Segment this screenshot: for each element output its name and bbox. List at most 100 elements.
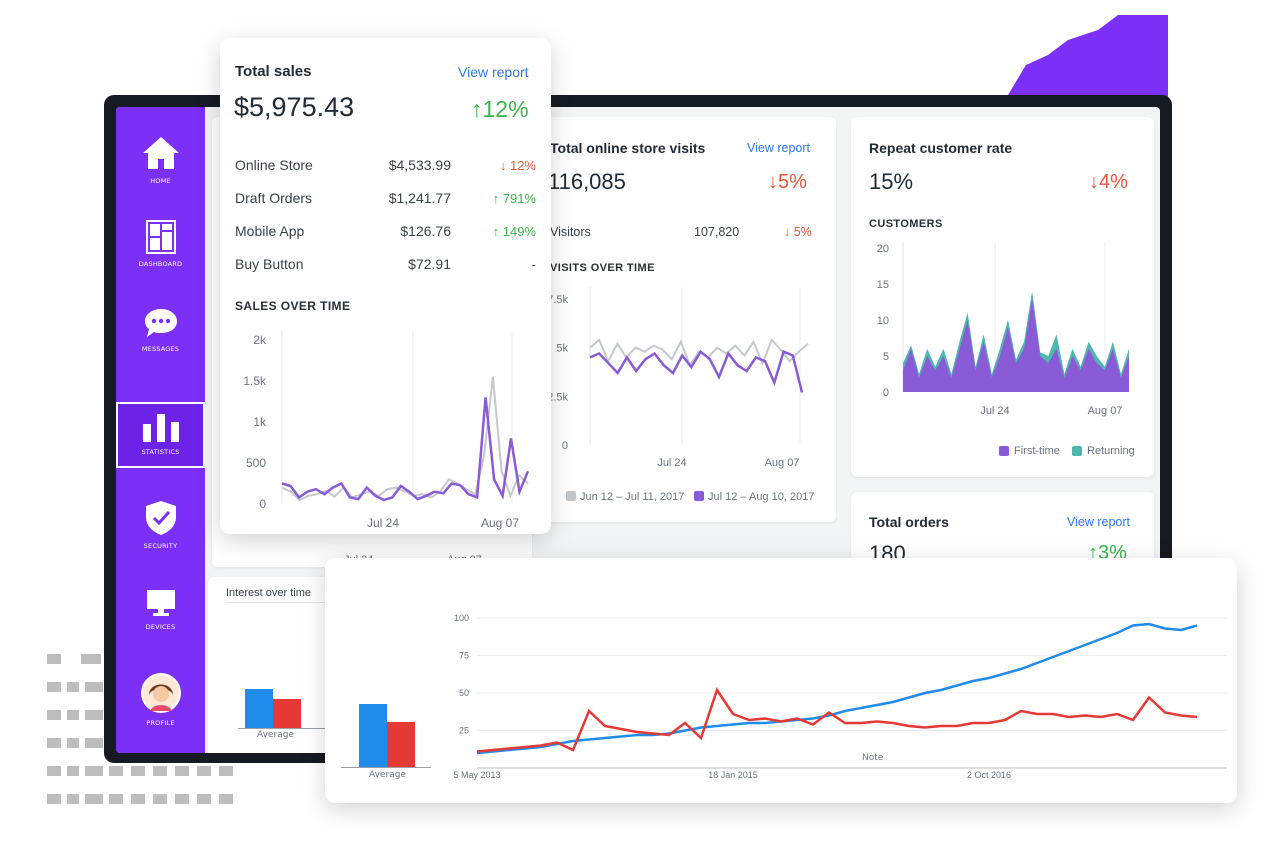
legend-swatch (694, 491, 704, 501)
visits-chart-heading: VISITS OVER TIME (550, 262, 655, 274)
sales-view-report-link[interactable]: View report (458, 64, 529, 80)
y-tick-label: 0 (259, 497, 266, 511)
x-tick-label: Jul 24 (980, 405, 1009, 417)
customers-area-chart: 20 15 10 5 0 Jul 24 Aug 07 (877, 242, 1129, 417)
home-icon (142, 137, 179, 169)
interest-over-time-card: Average 100 75 50 25 5 May 2013 18 Jan 2015 2 … (325, 558, 1237, 803)
sales-row-change: ↑ 791% (492, 191, 536, 206)
x-tick-label: Jul 24 (367, 516, 399, 530)
sales-value: $5,975.43 (234, 92, 355, 122)
bar-label: Average (257, 730, 294, 740)
sidebar: HOME DASHBOARD MESSAGES STATISTICS SECUR… (116, 107, 205, 753)
series-line-current (589, 349, 804, 393)
sales-row-label: Draft Orders (235, 190, 313, 206)
sidebar-item-devices[interactable]: DEVICES (116, 577, 205, 643)
x-tick-label: 2 Oct 2016 (967, 770, 1011, 780)
x-tick-label: 18 Jan 2015 (708, 770, 758, 780)
sidebar-item-label: HOME (150, 177, 171, 185)
legend-label: Returning (1087, 445, 1135, 457)
sales-row-value: $126.76 (400, 223, 451, 239)
orders-title: Total orders (869, 514, 949, 530)
x-tick-label: Aug 07 (1088, 405, 1123, 417)
chat-bubble-icon (144, 309, 177, 337)
repeat-value: 15% (869, 169, 914, 194)
legend-swatch (1072, 446, 1082, 456)
series-line-blue (476, 622, 1198, 755)
sidebar-item-statistics[interactable]: STATISTICS (116, 402, 205, 468)
avatar-icon (140, 673, 181, 713)
x-tick-label: Aug 07 (481, 516, 519, 530)
sales-row-label: Buy Button (235, 256, 304, 272)
visits-view-report-link[interactable]: View report (747, 141, 810, 155)
legend-first-time: First-time (999, 445, 1060, 457)
y-tick-label: 20 (877, 243, 889, 255)
y-tick-label: 25 (459, 726, 469, 736)
average-bar-blue (245, 689, 273, 728)
legend-label: First-time (1014, 445, 1060, 457)
sidebar-item-label: DEVICES (145, 623, 176, 631)
sales-row-change: ↑ 149% (492, 224, 536, 239)
dashboard-icon (145, 220, 176, 254)
sidebar-item-home[interactable]: HOME (116, 127, 205, 193)
x-tick-label: 5 May 2013 (453, 770, 500, 780)
average-bar-red (273, 699, 301, 728)
y-tick-label: 0 (883, 387, 889, 399)
sidebar-item-label: MESSAGES (141, 345, 180, 353)
series-line-current (281, 397, 530, 502)
y-tick-label: 10 (877, 315, 889, 327)
y-tick-label: 100 (454, 613, 469, 623)
sales-row-value: $4,533.99 (388, 157, 451, 173)
y-tick-label: 0 (562, 440, 568, 452)
trends-line-chart: 100 75 50 25 5 May 2013 18 Jan 2015 2 Oct 2016 (453, 613, 1227, 780)
shield-check-icon (145, 501, 176, 535)
y-tick-label: 2k (253, 333, 267, 347)
sales-row-label: Online Store (235, 157, 313, 173)
sales-row-value: $72.91 (408, 256, 451, 272)
interest-title: Interest over time (226, 587, 311, 599)
sidebar-item-profile[interactable]: PROFILE (116, 667, 205, 733)
area-first-time (903, 298, 1129, 392)
visitors-label: Visitors (550, 225, 591, 239)
visits-card: Total online store visits View report 11… (542, 117, 836, 522)
sidebar-item-dashboard[interactable]: DASHBOARD (116, 211, 205, 277)
monitor-icon (146, 590, 175, 616)
repeat-title: Repeat customer rate (869, 140, 1013, 156)
bar-chart-icon (142, 414, 179, 442)
sidebar-item-messages[interactable]: MESSAGES (116, 297, 205, 363)
legend-label: Jul 12 – Aug 10, 2017 (708, 491, 814, 503)
sales-line-chart: 2k 1.5k 1k 500 0 Jul 24 Aug 07 (243, 330, 530, 530)
series-line-red (476, 687, 1198, 753)
total-sales-card: Total sales View report $5,975.43 ↑12% O… (220, 38, 551, 534)
visits-change: ↓5% (768, 171, 807, 193)
visits-value: 116,085 (548, 169, 626, 194)
y-tick-label: 75 (459, 651, 469, 661)
average-bar-red (387, 722, 415, 767)
y-tick-label: 1k (253, 415, 267, 429)
sales-title: Total sales (235, 63, 312, 80)
y-tick-label: 5k (556, 343, 568, 355)
visitors-value: 107,820 (694, 225, 740, 239)
legend-returning: Returning (1072, 445, 1135, 457)
bar-baseline (341, 767, 431, 768)
sales-chart-heading: SALES OVER TIME (235, 299, 351, 313)
legend-swatch (999, 446, 1009, 456)
visits-title: Total online store visits (550, 140, 706, 156)
repeat-customer-card: Repeat customer rate 15% ↓4% CUSTOMERS 2… (851, 117, 1154, 477)
y-tick-label: 50 (459, 688, 469, 698)
sidebar-item-label: SECURITY (143, 542, 178, 550)
visitors-change: ↓ 5% (784, 225, 812, 239)
y-tick-label: 15 (877, 279, 889, 291)
sidebar-item-label: PROFILE (146, 719, 175, 727)
x-tick-label: Jul 24 (657, 457, 686, 469)
sales-row-label: Mobile App (235, 223, 305, 239)
legend-swatch (566, 491, 576, 501)
bar-label: Average (369, 770, 406, 780)
customers-chart-heading: CUSTOMERS (869, 218, 943, 230)
sidebar-item-label: STATISTICS (141, 448, 180, 456)
orders-view-report-link[interactable]: View report (1067, 515, 1130, 529)
repeat-change: ↓4% (1089, 171, 1128, 193)
sidebar-item-security[interactable]: SECURITY (116, 492, 205, 558)
y-tick-label: 1.5k (243, 374, 267, 388)
legend-label: Jun 12 – Jul 11, 2017 (580, 491, 684, 503)
note-label[interactable]: Note (862, 753, 883, 763)
